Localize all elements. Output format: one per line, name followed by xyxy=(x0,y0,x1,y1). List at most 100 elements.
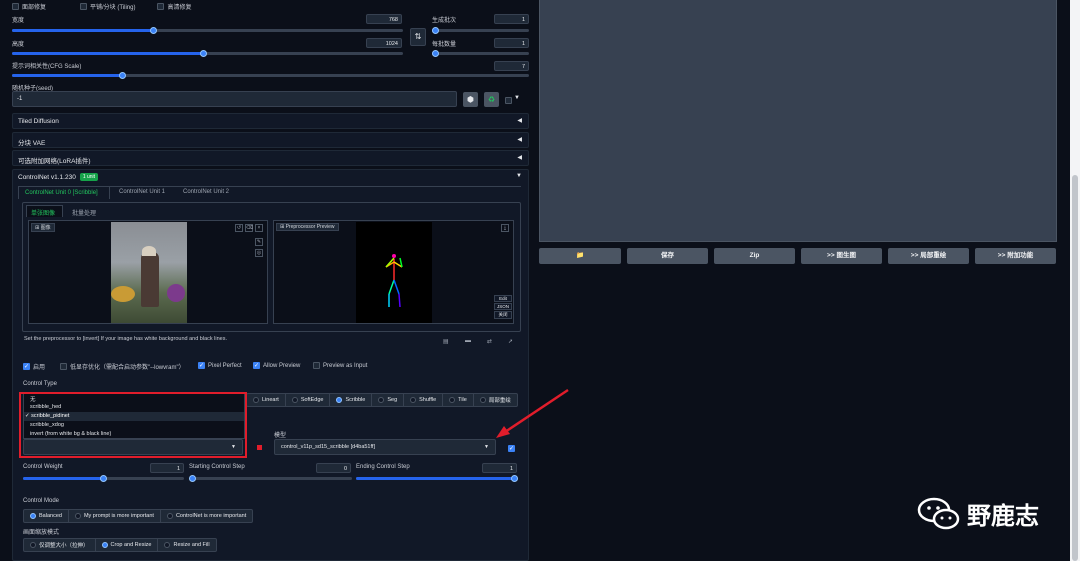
tab-batch[interactable]: 批量处理 xyxy=(72,208,96,217)
seed-input[interactable]: -1 xyxy=(12,91,457,107)
edit-button[interactable]: Edit xyxy=(494,295,513,302)
resize-and-fill[interactable]: Resize and Fill xyxy=(158,539,215,551)
recycle-icon: ♻ xyxy=(487,95,496,104)
batch-size-slider[interactable] xyxy=(432,50,529,57)
scrollbar-thumb[interactable] xyxy=(1072,175,1078,561)
camera-icon[interactable]: ▬ xyxy=(465,338,471,344)
random-seed-button[interactable]: ⬢ xyxy=(463,92,478,107)
controlnet-header[interactable]: ControlNet v1.1.230 1 unit xyxy=(18,173,99,181)
send-to-extras-button[interactable]: >> 附加功能 xyxy=(975,248,1056,264)
control-type-lineart[interactable]: Lineart xyxy=(247,394,286,406)
lowvram-option[interactable]: 低显存优化（需配合启动参数"--lowvram"） xyxy=(60,362,185,371)
lowvram-checkbox[interactable] xyxy=(60,363,67,370)
cfg-slider[interactable] xyxy=(12,72,529,79)
control-weight-slider[interactable] xyxy=(23,475,184,482)
cfg-input[interactable]: 7 xyxy=(494,61,529,71)
hires-fix-option[interactable]: 高清修复 xyxy=(157,2,191,11)
tab-single-image[interactable]: 单张图像 xyxy=(26,205,63,217)
reuse-seed-button[interactable]: ♻ xyxy=(484,92,499,107)
width-input[interactable]: 768 xyxy=(366,14,402,24)
face-restore-checkbox[interactable] xyxy=(12,3,19,10)
tiling-option[interactable]: 平铺/分块 (Tiling) xyxy=(80,2,135,11)
preview-as-input-checkbox[interactable] xyxy=(313,362,320,369)
download-icon[interactable]: ⤓ xyxy=(501,224,509,232)
batch-size-knob[interactable] xyxy=(432,50,439,57)
save-button[interactable]: 保存 xyxy=(627,248,708,264)
tiled-vae-accordion[interactable]: 分块 VAE ◀ xyxy=(12,132,529,148)
extra-seed-toggle-icon[interactable]: ▼ xyxy=(514,95,520,101)
close-preview-button[interactable]: 关闭 xyxy=(494,311,513,319)
start-step-knob[interactable] xyxy=(189,475,196,482)
send-dimensions-icon[interactable]: ➚ xyxy=(508,338,513,345)
enable-checkbox[interactable] xyxy=(23,363,30,370)
mode-balanced[interactable]: Balanced xyxy=(24,510,69,522)
run-preprocessor-icon[interactable] xyxy=(257,445,262,450)
allow-preview-option[interactable]: Allow Preview xyxy=(253,362,300,369)
preview-as-input-option[interactable]: Preview as Input xyxy=(313,362,367,369)
face-restore-option[interactable]: 面部修复 xyxy=(12,2,46,11)
tiling-checkbox[interactable] xyxy=(80,3,88,10)
undo-icon[interactable]: ↺ xyxy=(235,224,243,232)
input-image-canvas[interactable]: ⊞ 图像 ↺ ⌫ × ✎ ◎ xyxy=(28,220,268,324)
start-step-input[interactable]: 0 xyxy=(316,463,351,473)
mode-controlnet-important[interactable]: ControlNet is more important xyxy=(161,510,252,522)
radio-icon xyxy=(30,513,36,519)
swap-dimensions-button[interactable]: ⇅ xyxy=(410,28,426,46)
refresh-models-icon[interactable] xyxy=(508,445,515,452)
height-slider-knob[interactable] xyxy=(200,50,207,57)
batch-count-slider[interactable] xyxy=(432,27,529,34)
control-type-seg[interactable]: Seg xyxy=(372,394,405,406)
enable-option[interactable]: 启用 xyxy=(23,362,45,371)
lora-accordion[interactable]: 可选附加网络(LoRA插件) ◀ xyxy=(12,150,529,166)
dice-icon: ⬢ xyxy=(467,95,474,104)
end-step-knob[interactable] xyxy=(511,475,518,482)
face-restore-label: 面部修复 xyxy=(22,5,47,11)
mode-prompt-important[interactable]: My prompt is more important xyxy=(69,510,161,522)
send-to-img2img-button[interactable]: >> 图生图 xyxy=(801,248,882,264)
tab-unit-2[interactable]: ControlNet Unit 2 xyxy=(183,189,229,195)
zip-button[interactable]: Zip xyxy=(714,248,795,264)
open-folder-button[interactable]: 📁 xyxy=(539,248,621,264)
control-type-tile[interactable]: Tile xyxy=(443,394,474,406)
cfg-slider-knob[interactable] xyxy=(119,72,126,79)
send-to-inpaint-button[interactable]: >> 局部重绘 xyxy=(888,248,969,264)
height-input[interactable]: 1024 xyxy=(366,38,402,48)
resize-just-resize[interactable]: 仅调整大小（拉伸） xyxy=(24,539,96,551)
allow-preview-checkbox[interactable] xyxy=(253,362,260,369)
control-weight-input[interactable]: 1 xyxy=(150,463,184,473)
width-slider[interactable] xyxy=(12,27,403,34)
radio-label: Seg xyxy=(387,397,398,403)
erase-icon[interactable]: ⌫ xyxy=(245,224,253,232)
brush-icon[interactable]: ✎ xyxy=(255,238,263,246)
model-select[interactable]: control_v11p_sd15_scribble [d4ba51ff] ▼ xyxy=(274,439,496,455)
image-toolbar: ↺ ⌫ × xyxy=(235,224,263,232)
control-type-scribble[interactable]: Scribble xyxy=(330,394,373,406)
document-icon[interactable]: ▤ xyxy=(443,338,449,345)
pixel-perfect-option[interactable]: Pixel Perfect xyxy=(198,362,242,369)
width-slider-knob[interactable] xyxy=(150,27,157,34)
color-icon[interactable]: ◎ xyxy=(255,249,263,257)
control-weight-knob[interactable] xyxy=(100,475,107,482)
page-scrollbar[interactable] xyxy=(1070,0,1080,561)
end-step-slider[interactable] xyxy=(356,475,518,482)
hires-fix-checkbox[interactable] xyxy=(157,3,165,10)
pixel-perfect-checkbox[interactable] xyxy=(198,362,205,369)
batch-size-input[interactable]: 1 xyxy=(494,38,529,48)
start-step-slider[interactable] xyxy=(189,475,352,482)
batch-count-input[interactable]: 1 xyxy=(494,14,529,24)
json-button[interactable]: JSON xyxy=(494,303,513,310)
tab-unit-1[interactable]: ControlNet Unit 1 xyxy=(119,189,165,195)
close-icon[interactable]: × xyxy=(255,224,263,232)
swap-arrows-icon[interactable]: ⇄ xyxy=(487,338,492,345)
resize-crop-and-resize[interactable]: Crop and Resize xyxy=(96,539,159,551)
tab-unit-0[interactable]: ControlNet Unit 0 [Scribble] xyxy=(18,186,110,199)
end-step-input[interactable]: 1 xyxy=(482,463,517,473)
control-type-shuffle[interactable]: Shuffle xyxy=(404,394,444,406)
expand-down-icon[interactable]: ▼ xyxy=(516,173,522,179)
extra-seed-checkbox[interactable] xyxy=(505,97,512,104)
tiled-diffusion-accordion[interactable]: Tiled Diffusion ◀ xyxy=(12,113,529,129)
radio-icon xyxy=(378,397,385,403)
height-slider[interactable] xyxy=(12,50,403,57)
control-type-softedge[interactable]: SoftEdge xyxy=(286,394,331,406)
batch-count-knob[interactable] xyxy=(432,27,439,34)
